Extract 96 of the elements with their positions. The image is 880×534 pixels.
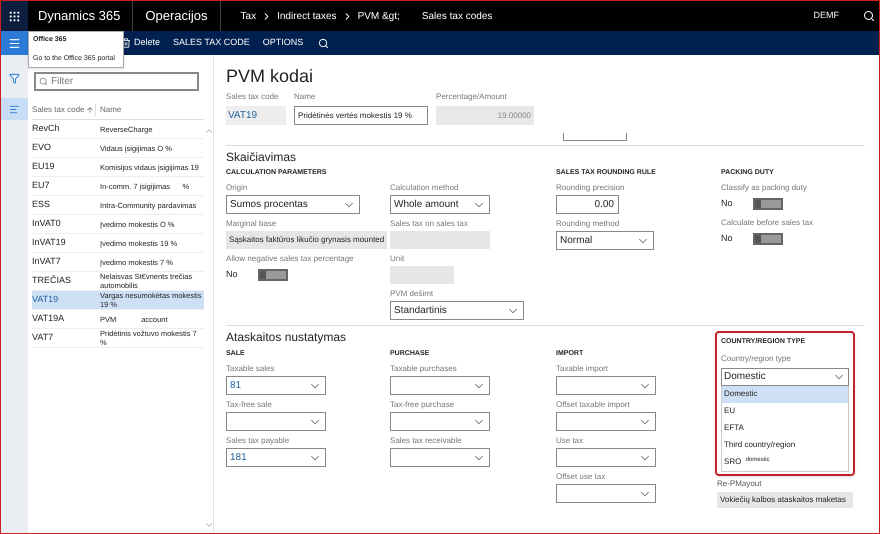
dropdown-field[interactable]	[390, 448, 490, 467]
toggle-switch[interactable]	[752, 233, 783, 245]
dropdown-field[interactable]: 81	[226, 376, 326, 395]
column-header[interactable]: Name	[96, 104, 122, 116]
field-label: Name	[294, 91, 316, 103]
filter-icon[interactable]	[9, 73, 20, 84]
field-label: Rounding method	[556, 219, 620, 229]
field-label: Calculation method	[390, 183, 460, 193]
input-field[interactable]: 0.00	[556, 195, 619, 214]
field-label: Use tax	[556, 436, 584, 446]
field-label: Rounding precision	[556, 183, 626, 193]
module-name[interactable]: Operacijos	[145, 8, 208, 24]
field-label: Sales tax receivable	[390, 436, 463, 446]
input-field[interactable]	[563, 133, 627, 141]
dropdown-field[interactable]	[556, 484, 656, 503]
field-label: Re-PMayout	[717, 478, 762, 490]
search-icon	[39, 77, 48, 86]
code-cell-text: EU19	[32, 160, 56, 174]
menu-tab[interactable]: SALES TAX CODE	[173, 36, 250, 50]
company-name[interactable]: DEMF	[814, 9, 839, 23]
breadcrumb-link[interactable]: Indirect taxes	[277, 8, 337, 24]
code-cell-text: VAT19	[32, 293, 60, 306]
field-label: Country/region type	[721, 352, 792, 364]
readonly-field: Sąskaitos faktūros likučio grynasis mounted	[226, 231, 388, 249]
dropdown-field[interactable]	[556, 448, 656, 467]
field-label: Allow negative sales tax percentage	[226, 254, 355, 264]
field-label: Taxable purchases	[390, 364, 458, 374]
field-label: Calculate before sales tax	[721, 218, 814, 228]
dropdown-field[interactable]	[390, 376, 490, 395]
field-label: Tax-free sale	[226, 400, 273, 410]
input-field[interactable]: Pridėtinės vertės mokestis 19 %	[294, 106, 428, 125]
dropdown-option[interactable]: Domestic	[722, 386, 848, 402]
field-label: Origin	[226, 183, 248, 193]
toggle-value: No	[226, 268, 238, 282]
field-label: Classify as packing duty	[721, 183, 808, 193]
code-cell-text: InVAT0	[32, 217, 62, 230]
field-label: Offset taxable import	[556, 400, 631, 410]
field-label: Percentage/Amount	[436, 91, 508, 103]
toggle-switch[interactable]	[752, 198, 783, 210]
dropdown-field[interactable]	[226, 412, 326, 431]
breadcrumb-link[interactable]: Sales tax codes	[422, 8, 492, 24]
readonly-field: 19.00000	[436, 106, 534, 125]
toggle-switch[interactable]	[258, 269, 288, 281]
readonly-field: Vokiečių kalbos ataskaitos maketas	[717, 492, 853, 508]
dropdown-field[interactable]: Whole amount	[390, 195, 490, 214]
field-label: Taxable import	[556, 364, 610, 374]
filter-field[interactable]: Filter	[34, 72, 199, 91]
search-icon[interactable]	[863, 10, 875, 22]
dropdown-field[interactable]	[556, 376, 656, 395]
field-label: Sales tax code	[226, 91, 280, 103]
sort-up-icon	[86, 106, 94, 114]
field-label: Sales tax on sales tax	[390, 219, 469, 229]
field-label: Marginal base	[226, 219, 278, 229]
field-label: PVM dešimt	[390, 289, 434, 299]
code-cell-text: VAT19A	[32, 312, 66, 326]
toggle-value: No	[721, 197, 733, 210]
app-name[interactable]: Dynamics 365	[38, 8, 120, 24]
field-label: Tax-free purchase	[390, 400, 456, 410]
code-cell-text: ESS	[32, 198, 52, 212]
dropdown-field[interactable]	[556, 412, 656, 431]
page-title: PVM kodai	[226, 65, 314, 87]
code-cell-text: RevCh	[32, 122, 61, 136]
code-cell-text: VAT7	[32, 331, 54, 344]
menu-button[interactable]	[1, 31, 28, 55]
menu-icon	[8, 36, 21, 50]
dropdown-field[interactable]: Standartinis	[390, 301, 524, 320]
field-label: Unit	[390, 254, 406, 264]
app-launcher-button[interactable]	[1, 1, 28, 31]
code-cell-text: EVO	[32, 141, 52, 154]
waffle-icon	[8, 10, 21, 22]
delete-button[interactable]: Delete	[121, 36, 160, 50]
field-label: Taxable sales	[226, 364, 276, 374]
code-cell-text: InVAT19	[32, 236, 67, 250]
toggle-value: No	[721, 232, 733, 246]
section-title: Skaičiavimas	[226, 150, 298, 165]
dropdown-field[interactable]: Domestic	[721, 368, 849, 386]
dropdown-field[interactable]: 181	[226, 448, 326, 467]
breadcrumb-link[interactable]: Tax	[240, 8, 256, 24]
placeholder-text: Filter	[51, 75, 74, 89]
field-label: Offset use tax	[556, 472, 606, 482]
code-cell-text: InVAT7	[32, 255, 62, 268]
list-icon	[9, 104, 20, 114]
readonly-field	[390, 266, 454, 284]
search-icon[interactable]	[318, 38, 330, 48]
dropdown-field[interactable]: Normal	[556, 231, 654, 250]
code-cell-text: TREČIAS	[32, 274, 72, 288]
code-cell-text: EU7	[32, 179, 51, 192]
field-label: Sales tax payable	[226, 436, 290, 446]
column-header[interactable]: Sales tax code	[32, 104, 96, 116]
dropdown-field[interactable]	[390, 412, 490, 431]
breadcrumb-link[interactable]: PVM &gt;	[358, 8, 400, 24]
dropdown-field[interactable]: Sumos procentas	[226, 195, 360, 214]
menu-tab[interactable]: OPTIONS	[262, 36, 304, 50]
section-title: Ataskaitos nustatymas	[226, 330, 348, 345]
list-view-button[interactable]	[1, 98, 28, 120]
code-field: VAT19	[226, 106, 286, 125]
